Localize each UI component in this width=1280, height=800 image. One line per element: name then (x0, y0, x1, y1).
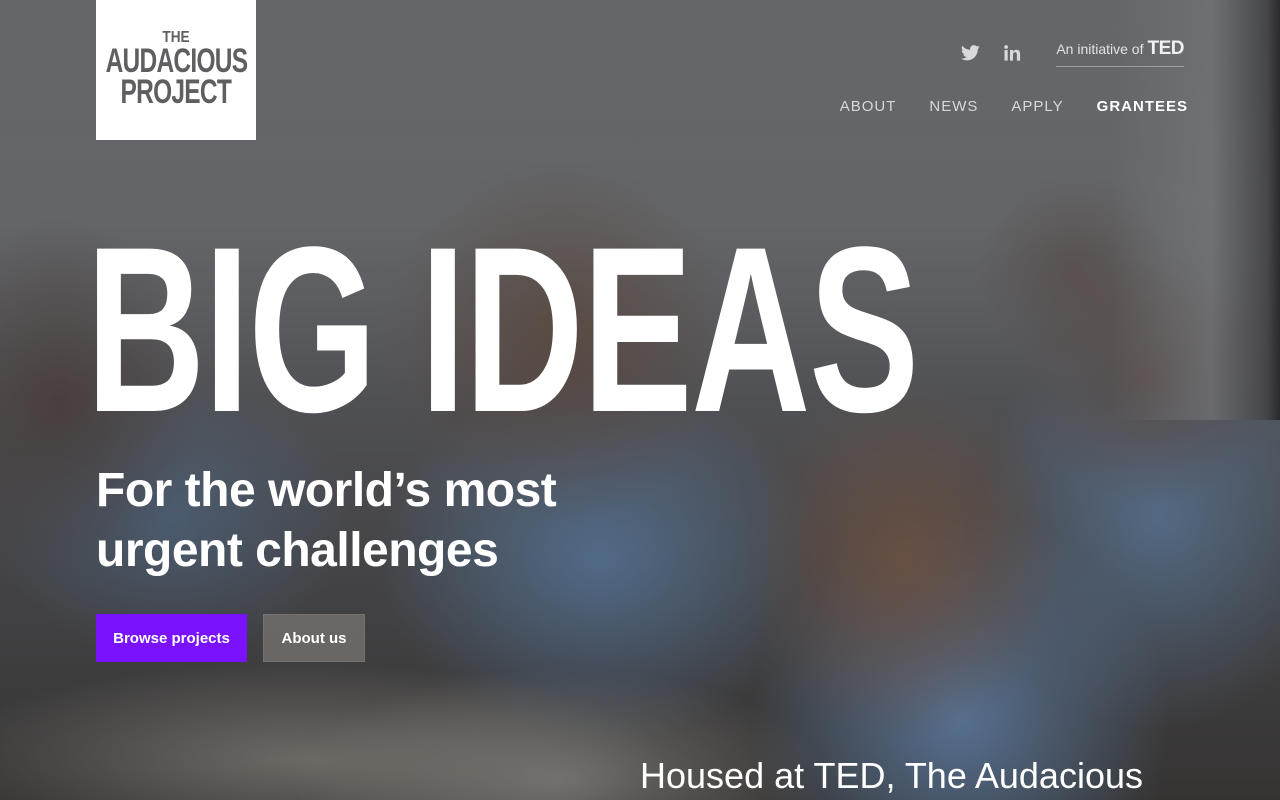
browse-projects-button[interactable]: Browse projects (96, 614, 247, 662)
audacious-project-logo[interactable]: THE AUDACIOUS PROJECT (96, 0, 256, 140)
nav-item-grantees[interactable]: GRANTEES (1097, 98, 1188, 115)
nav-item-apply[interactable]: APPLY (1011, 98, 1063, 115)
main-nav: ABOUT NEWS APPLY GRANTEES (840, 98, 1188, 115)
about-us-button[interactable]: About us (263, 614, 365, 662)
social-links (960, 43, 1022, 63)
intro-text: Housed at TED, The Audacious (640, 755, 1143, 796)
utility-bar: An initiative of TED (960, 38, 1184, 67)
nav-item-about[interactable]: ABOUT (840, 98, 897, 115)
linkedin-icon[interactable] (1002, 43, 1022, 63)
logo-line-3: PROJECT (120, 73, 232, 112)
twitter-icon[interactable] (960, 43, 980, 63)
hero-subheadline: For the world’s most urgent challenges (96, 464, 557, 577)
hero-headline: BIG IDEAS (86, 198, 919, 462)
ted-initiative-link[interactable]: An initiative of TED (1056, 38, 1184, 67)
initiative-prefix: An initiative of (1056, 41, 1144, 57)
ted-logo-text: TED (1147, 38, 1185, 59)
hero-section: THE AUDACIOUS PROJECT An initiative of T… (0, 0, 1280, 800)
hero-cta-group: Browse projects About us (96, 614, 365, 662)
nav-item-news[interactable]: NEWS (929, 98, 978, 115)
